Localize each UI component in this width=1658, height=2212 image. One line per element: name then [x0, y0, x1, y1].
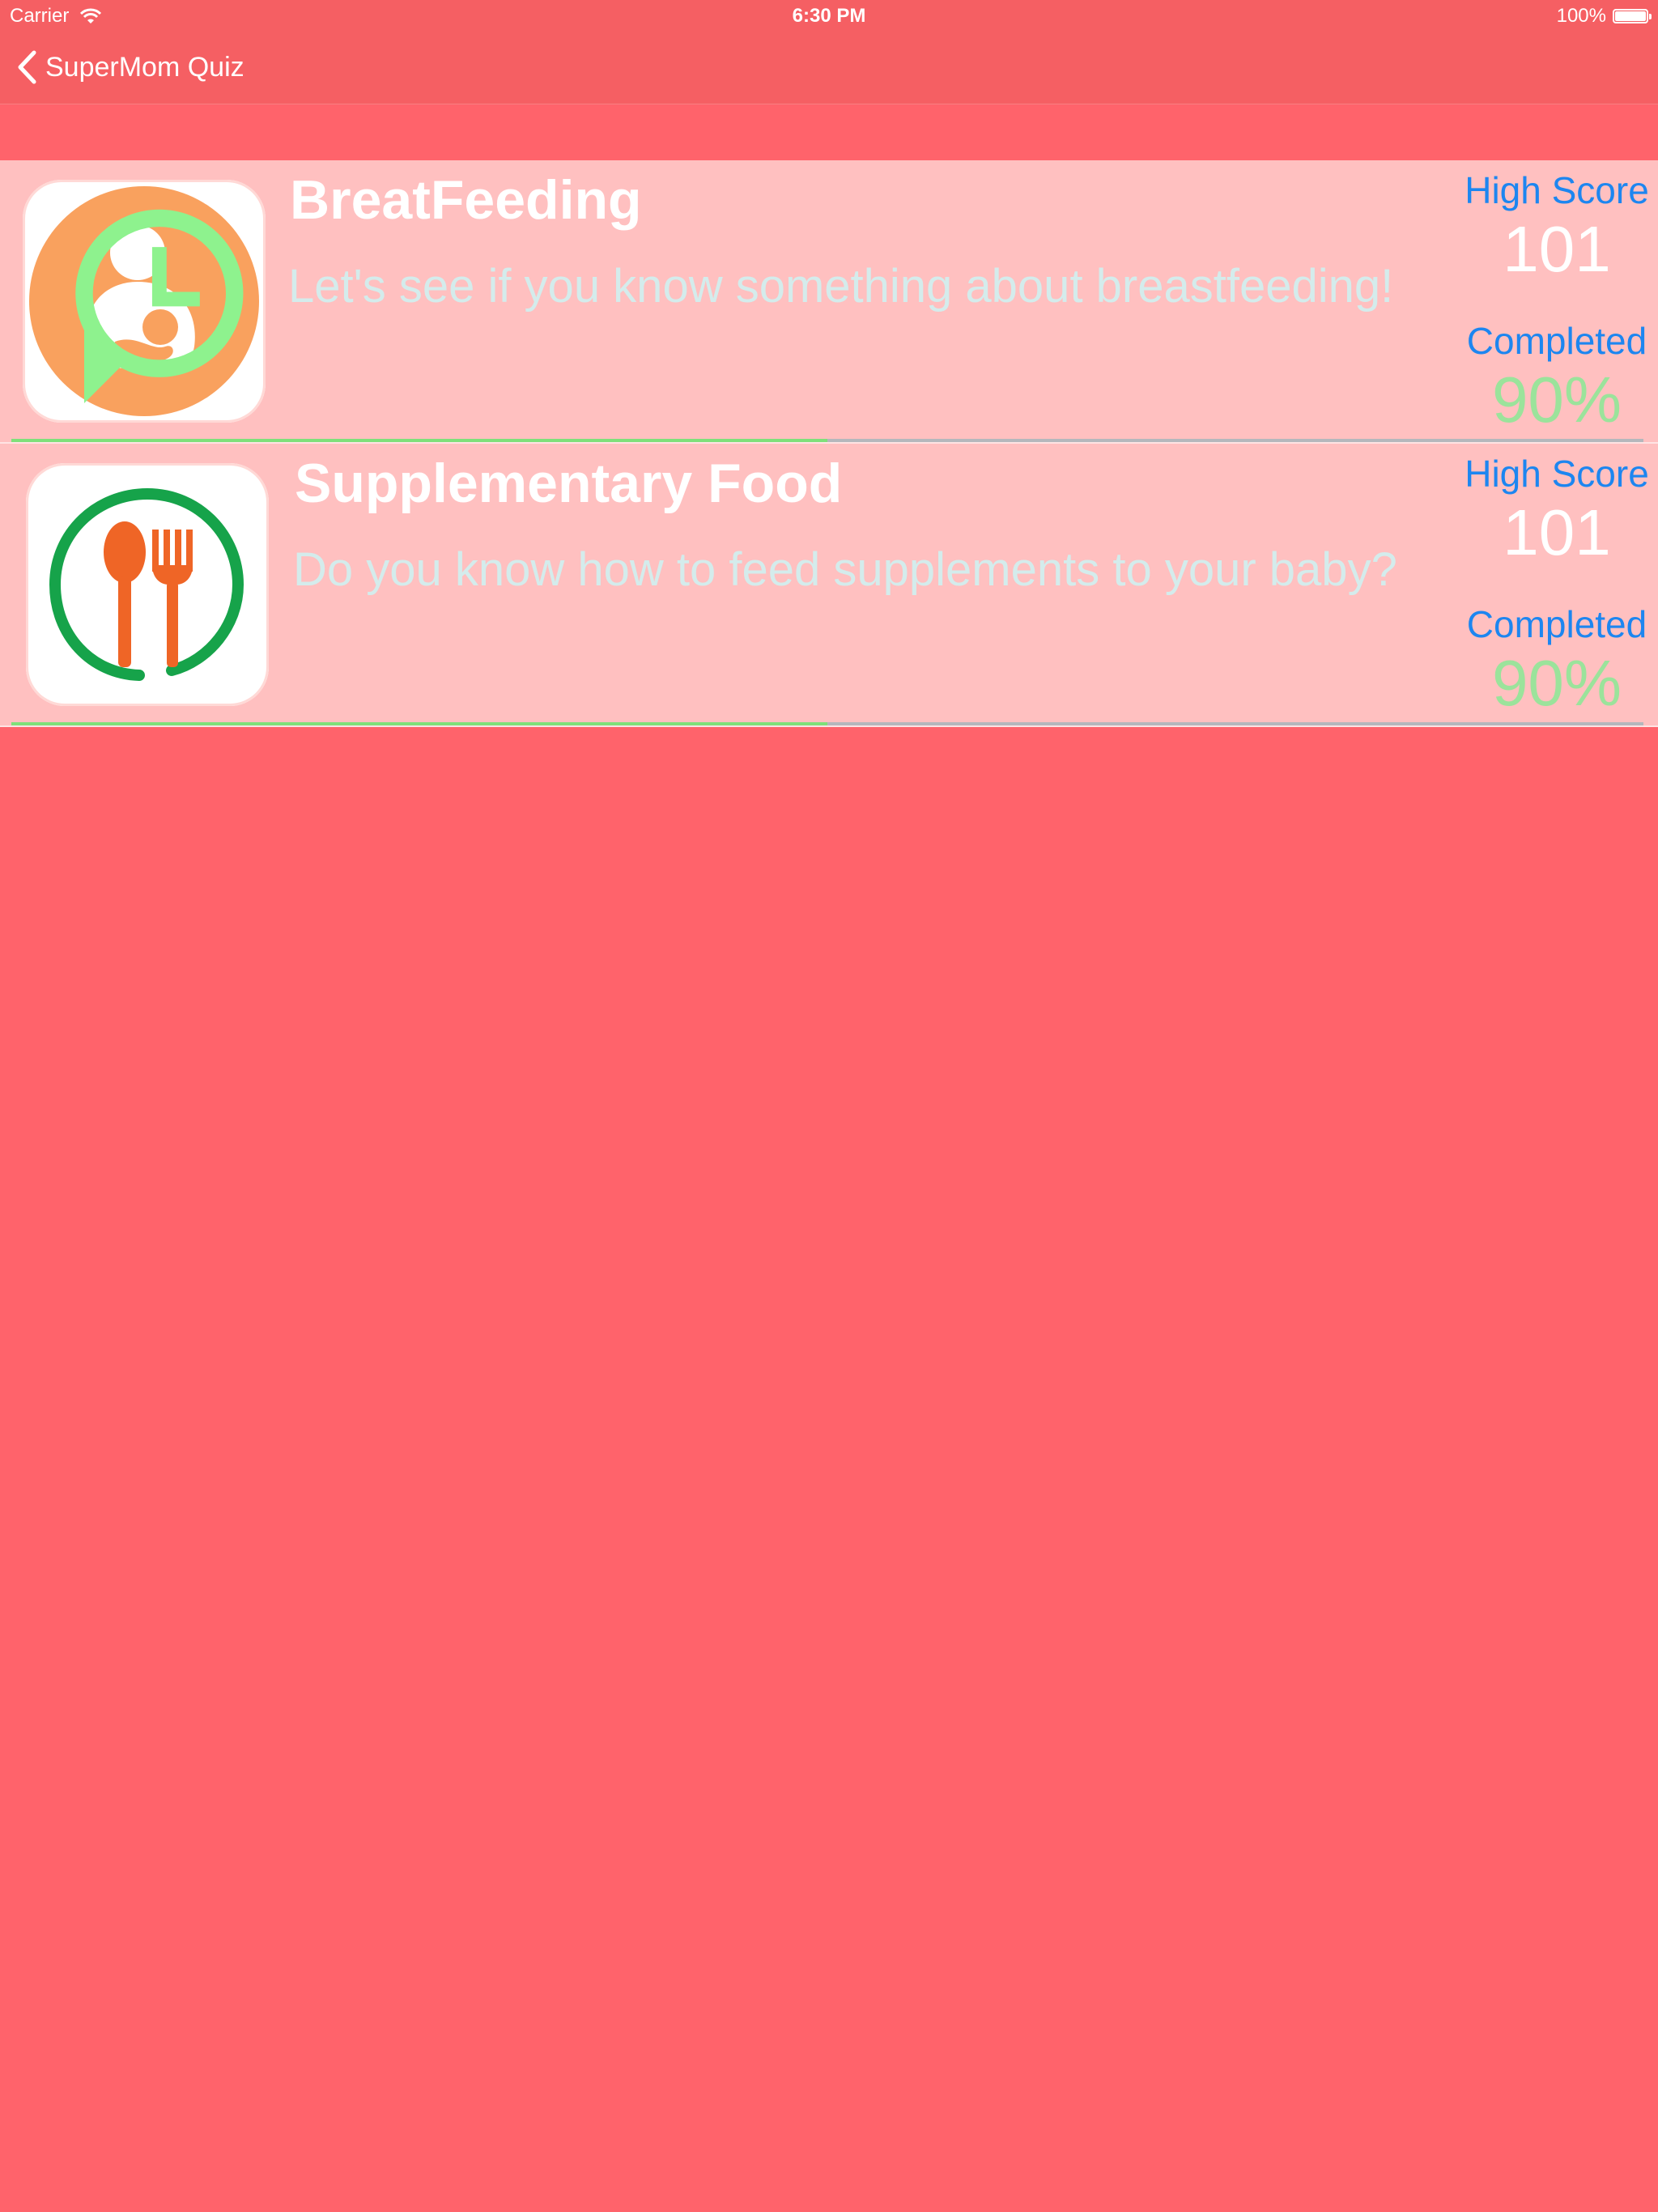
high-score-value: 101 — [1503, 213, 1611, 285]
quiz-description: Let's see if you know something about br… — [288, 260, 1394, 313]
progress-bar — [11, 722, 1643, 725]
quiz-row-breastfeeding[interactable]: BreatFeeding Let's see if you know somet… — [0, 160, 1658, 444]
quiz-stats: High Score 101 Completed 90% — [1456, 160, 1658, 444]
chevron-left-icon — [18, 50, 36, 84]
progress-bar — [11, 439, 1643, 442]
quiz-title: Supplementary Food — [295, 453, 843, 514]
battery-level — [1615, 11, 1646, 21]
high-score-label: High Score — [1465, 453, 1649, 495]
quiz-description: Do you know how to feed supplements to y… — [293, 543, 1397, 596]
completed-value: 90% — [1491, 647, 1622, 719]
quiz-stats: High Score 101 Completed 90% — [1456, 444, 1658, 727]
battery-icon — [1613, 9, 1652, 23]
completed-value: 90% — [1491, 364, 1622, 436]
progress-fill — [11, 439, 827, 442]
quiz-title: BreatFeeding — [290, 169, 642, 231]
completed-label: Completed — [1466, 320, 1647, 362]
back-button[interactable]: SuperMom Quiz — [16, 50, 244, 84]
progress-fill — [11, 722, 827, 725]
history-icon — [75, 209, 244, 403]
quiz-list: BreatFeeding Let's see if you know somet… — [0, 160, 1658, 727]
status-time: 6:30 PM — [792, 5, 866, 27]
navigation-bar: SuperMom Quiz — [0, 32, 1658, 104]
quiz-row-supplementary-food[interactable]: Supplementary Food Do you know how to fe… — [0, 444, 1658, 727]
battery-percentage: 100% — [1556, 5, 1606, 27]
high-score-value: 101 — [1503, 496, 1611, 568]
status-bar: Carrier 6:30 PM 100% — [0, 0, 1658, 32]
status-right: 100% — [1556, 5, 1652, 28]
high-score-label: High Score — [1465, 169, 1649, 211]
completed-label: Completed — [1466, 603, 1647, 645]
back-button-label: SuperMom Quiz — [45, 51, 244, 83]
spoon-fork-icon — [26, 463, 269, 706]
breastfeeding-icon — [23, 180, 266, 423]
